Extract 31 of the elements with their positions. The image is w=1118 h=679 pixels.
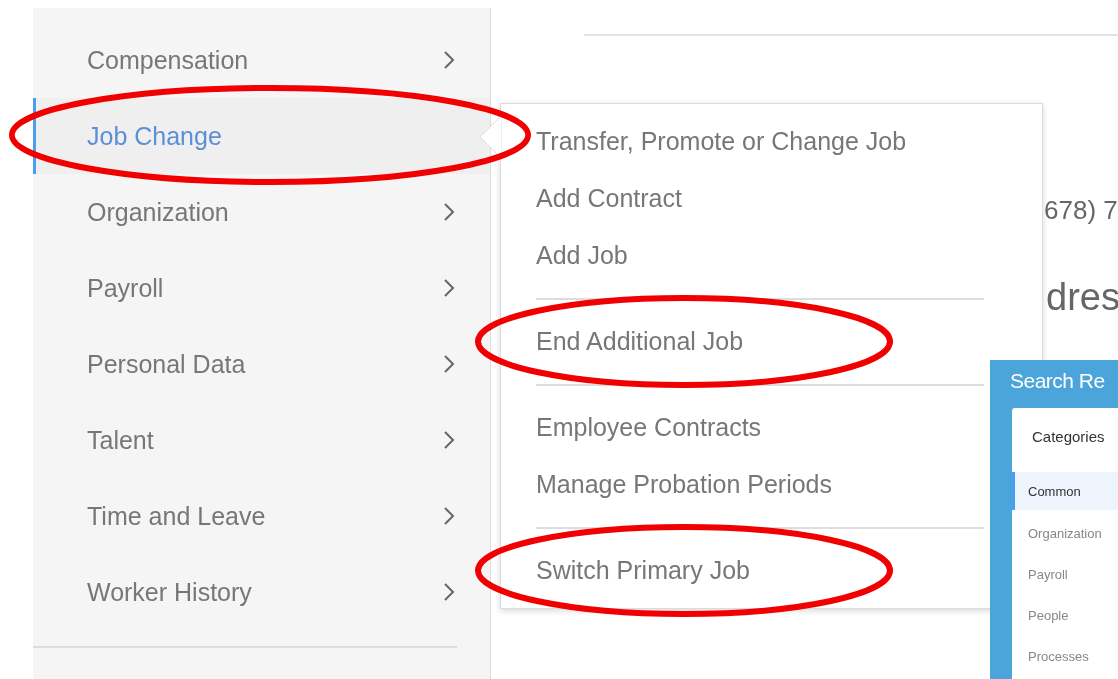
phone-text: 678) 7 [1044, 195, 1118, 226]
sidebar-item[interactable]: Job Change [33, 98, 490, 174]
chevron-right-icon [443, 202, 455, 222]
submenu-item[interactable]: End Additional Job [501, 313, 956, 370]
sidebar-item[interactable]: Organization [33, 174, 490, 250]
submenu-item[interactable]: Transfer, Promote or Change Job [501, 113, 956, 170]
category-item[interactable]: Organization [1012, 513, 1118, 554]
categories-heading: Categories [1031, 428, 1106, 447]
chevron-right-icon [443, 582, 455, 602]
category-item[interactable]: Common [1012, 472, 1118, 510]
submenu-item[interactable]: Add Contract [501, 170, 956, 227]
category-item[interactable]: Processes [1012, 636, 1118, 677]
category-item[interactable]: Payroll [1012, 554, 1118, 595]
submenu-item[interactable]: Add Job [501, 227, 956, 284]
section-heading: dres [1046, 276, 1118, 319]
submenu-item[interactable]: Manage Probation Periods [501, 456, 956, 513]
sidebar-item[interactable]: Talent [33, 402, 490, 478]
chevron-right-icon [443, 354, 455, 374]
sidebar-item[interactable]: Personal Data [33, 326, 490, 402]
submenu-item[interactable]: Employee Contracts [501, 399, 956, 456]
panel-title: Search Re [1009, 368, 1106, 394]
chevron-right-icon [443, 278, 455, 298]
chevron-right-icon [443, 430, 455, 450]
sidebar-item[interactable]: Worker History [33, 554, 490, 630]
submenu-item[interactable]: Switch Primary Job [501, 542, 956, 599]
chevron-right-icon [443, 50, 455, 70]
sidebar-item[interactable]: Compensation [33, 22, 490, 98]
category-item[interactable]: People [1012, 595, 1118, 636]
sidebar-item[interactable]: Payroll [33, 250, 490, 326]
sidebar-item[interactable]: Time and Leave [33, 478, 490, 554]
chevron-right-icon [443, 506, 455, 526]
